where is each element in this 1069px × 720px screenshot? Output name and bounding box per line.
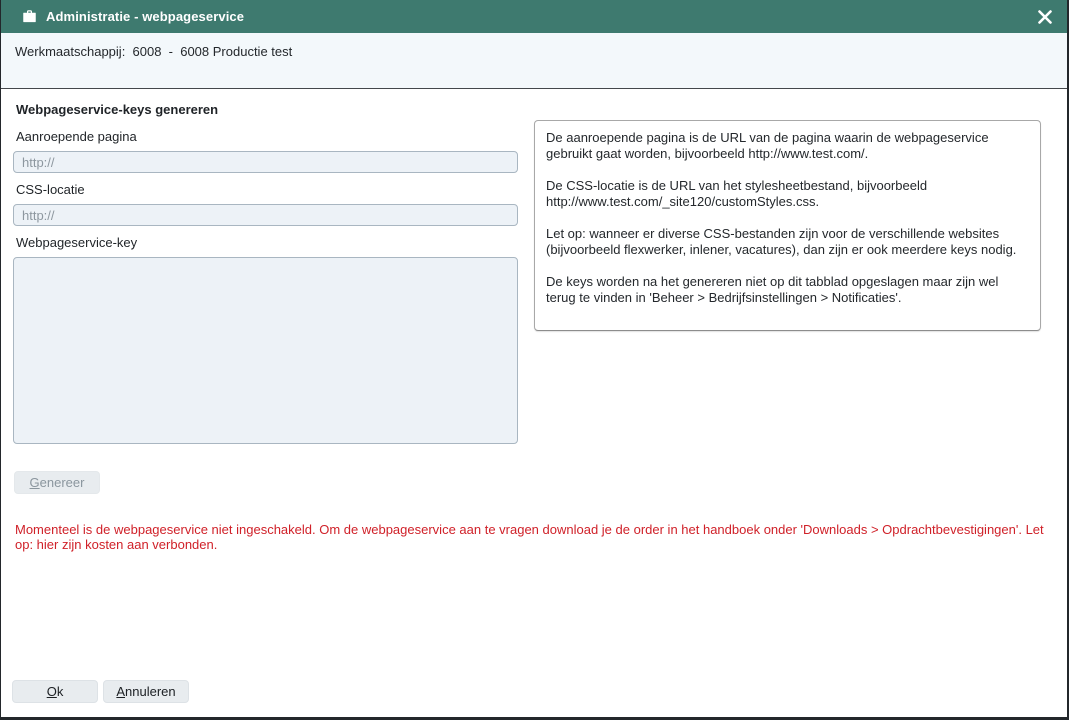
calling-page-label: Aanroepende pagina (16, 129, 520, 144)
info-paragraph-multiple-keys: Let op: wanneer er diverse CSS-bestanden… (546, 226, 1029, 258)
ok-button[interactable]: Ok (12, 680, 98, 703)
calling-page-input[interactable] (13, 151, 518, 173)
generate-button[interactable]: Genereer (14, 471, 100, 494)
dialog-title: Administratie - webpageservice (46, 9, 244, 24)
css-location-label: CSS-locatie (16, 182, 520, 197)
company-subheader: Werkmaatschappij: 6008 - 6008 Productie … (1, 33, 1067, 89)
cancel-button[interactable]: Annuleren (103, 680, 189, 703)
cancel-button-label: Annuleren (116, 684, 175, 699)
info-paragraph-key-storage: De keys worden na het genereren niet op … (546, 274, 1029, 306)
company-line: Werkmaatschappij: 6008 - 6008 Productie … (15, 44, 292, 59)
ok-button-label: Ok (47, 684, 64, 699)
dialog-content: Webpageservice-keys genereren Aanroepend… (1, 89, 1067, 717)
info-paragraph-calling-page: De aanroepende pagina is de URL van de p… (546, 130, 1029, 162)
section-heading: Webpageservice-keys genereren (16, 102, 520, 117)
briefcase-icon (22, 9, 37, 24)
webpageservice-key-label: Webpageservice-key (16, 235, 520, 250)
generate-button-label: Genereer (30, 475, 85, 490)
dialog-footer: Ok Annuleren (12, 680, 189, 703)
service-disabled-warning: Momenteel is de webpageservice niet inge… (15, 522, 1054, 552)
info-paragraph-css-location: De CSS-locatie is de URL van het stylesh… (546, 178, 1029, 210)
css-location-input[interactable] (13, 204, 518, 226)
webpageservice-key-textarea[interactable] (13, 257, 518, 444)
info-panel: De aanroepende pagina is de URL van de p… (534, 120, 1041, 331)
administratie-webpageservice-dialog: Administratie - webpageservice Werkmaats… (0, 0, 1069, 720)
key-generation-form: Webpageservice-keys genereren Aanroepend… (15, 102, 520, 494)
dialog-titlebar: Administratie - webpageservice (1, 0, 1067, 33)
close-icon[interactable] (1035, 7, 1055, 27)
